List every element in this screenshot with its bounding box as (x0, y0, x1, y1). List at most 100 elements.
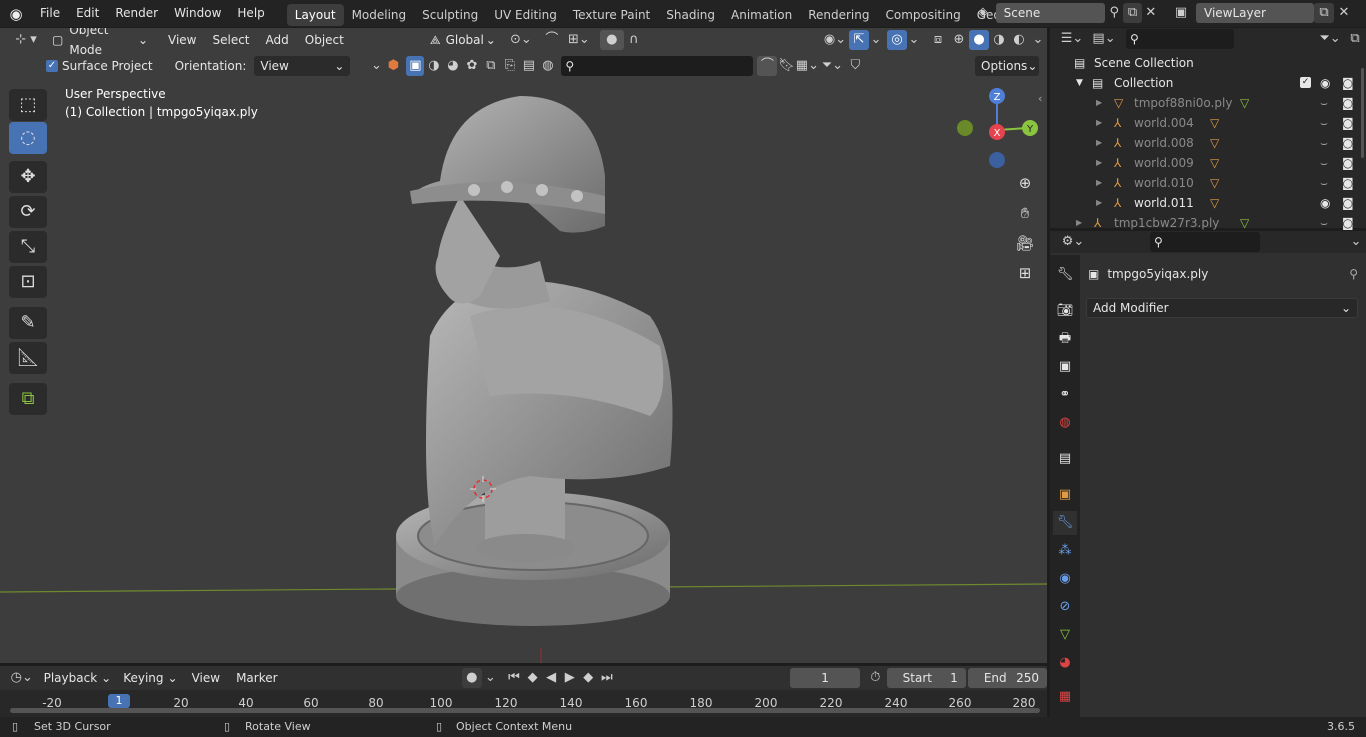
keying-dropdown[interactable]: Keying ⌄ (117, 668, 183, 688)
tab-particles-icon[interactable]: ⁂ (1053, 539, 1077, 563)
chevron-down-icon[interactable]: ⌄ (482, 668, 499, 688)
data-icon[interactable]: ▽ (1210, 133, 1219, 153)
play-reverse-icon[interactable]: ◀ (542, 668, 561, 688)
menu-file[interactable]: File (32, 0, 68, 27)
3d-viewport[interactable]: ⊹ ▾ ▢ Object Mode ⌄ View Select Add Obje… (0, 28, 1047, 663)
current-frame-field[interactable]: 1 (790, 668, 861, 688)
jump-start-icon[interactable]: ⏮︎ (505, 668, 524, 688)
scene-collection-row[interactable]: ▤ Scene Collection (1050, 53, 1366, 73)
display-mode-icon[interactable]: ▤⌄ (1088, 29, 1120, 49)
pan-hand-icon[interactable]: ✋︎ (1012, 200, 1038, 226)
end-frame-field[interactable]: End 250 (967, 668, 1047, 688)
eye-icon[interactable]: ⌣ (1320, 173, 1328, 193)
select-box-tool[interactable]: ⬚ (9, 89, 47, 121)
outliner-editor-icon[interactable]: ☰⌄ (1056, 29, 1088, 49)
outliner-search-input[interactable]: ⚲ (1126, 29, 1234, 49)
outliner-scrollbar[interactable] (1361, 68, 1364, 158)
camera-icon[interactable]: ◙ (1342, 113, 1354, 133)
gizmo-neg-z-icon[interactable] (989, 152, 1005, 168)
eye-icon[interactable]: ⌣ (1320, 213, 1328, 233)
close-view-layer-icon[interactable]: ✕ (1334, 3, 1354, 23)
timeline-editor-icon[interactable]: ◷⌄ (6, 668, 38, 688)
scale-tool[interactable]: ⤡ (9, 231, 47, 263)
camera-icon[interactable]: ◙ (1342, 93, 1354, 113)
tab-texture-paint[interactable]: Texture Paint (565, 4, 658, 26)
tab-modifier-icon[interactable]: 🔧︎ (1053, 511, 1077, 535)
pin-icon[interactable]: ⚲ (1349, 267, 1358, 281)
timeline-ruler[interactable]: -20 20 40 60 80 100 120 140 160 180 200 220 240 260 28… (0, 690, 1047, 717)
tab-texture-icon[interactable]: ▦ (1053, 685, 1077, 709)
scene-selector[interactable]: ◈ Scene ⚲ ⧉ ✕ (970, 3, 1160, 23)
transform-tool[interactable]: ⊡ (9, 266, 47, 298)
menu-help[interactable]: Help (229, 0, 272, 27)
tab-tool-icon[interactable]: 🔧︎ (1053, 263, 1077, 287)
tab-data-icon[interactable]: ▽ (1053, 623, 1077, 647)
tab-uv-editing[interactable]: UV Editing (486, 4, 565, 26)
eye-icon[interactable]: ⌣ (1320, 113, 1328, 133)
eye-icon[interactable]: ⌣ (1320, 133, 1328, 153)
outliner-item[interactable]: ▶ ⅄ tmp1cbw27r3.ply ▽ ⌣ ◙ (1050, 213, 1366, 233)
outliner-item[interactable]: ▶ ⅄ world.004 ▽ ⌣ ◙ (1050, 113, 1366, 133)
menu-edit[interactable]: Edit (68, 0, 107, 27)
timeline-scrollbar[interactable] (10, 708, 1040, 713)
annotate-tool[interactable]: ✎ (9, 307, 47, 339)
data-icon[interactable]: ▽ (1240, 213, 1249, 233)
tab-view-layer-icon[interactable]: ▣ (1053, 355, 1077, 379)
3d-cursor[interactable] (470, 476, 496, 502)
eye-icon[interactable]: ⌣ (1320, 153, 1328, 173)
cursor-tool[interactable]: ◌ (9, 122, 47, 154)
tab-layout[interactable]: Layout (286, 4, 344, 26)
rotate-tool[interactable]: ⟳ (9, 196, 47, 228)
chevron-right-icon[interactable]: ▶ (1096, 153, 1102, 173)
eye-icon[interactable]: ⌣ (1320, 93, 1328, 113)
outliner-item[interactable]: ▶ ▽ tmpof88ni0o.ply ▽ ⌣ ◙ (1050, 93, 1366, 113)
chevron-right-icon[interactable]: ▶ (1096, 93, 1102, 113)
bust-model[interactable] (390, 86, 680, 626)
chevron-right-icon[interactable]: ▶ (1096, 113, 1102, 133)
data-icon[interactable]: ▽ (1210, 153, 1219, 173)
outliner-item[interactable]: ▶ ⅄ world.010 ▽ ⌣ ◙ (1050, 173, 1366, 193)
outliner-item[interactable]: ▶ ⅄ world.009 ▽ ⌣ ◙ (1050, 153, 1366, 173)
camera-icon[interactable]: ◙ (1342, 73, 1354, 93)
view-layer-selector[interactable]: ▣ ViewLayer ⧉ ✕ (1166, 3, 1366, 23)
playback-dropdown[interactable]: Playback ⌄ (38, 668, 118, 688)
tab-shading[interactable]: Shading (658, 4, 723, 26)
tab-modeling[interactable]: Modeling (344, 4, 415, 26)
tab-animation[interactable]: Animation (723, 4, 800, 26)
tab-compositing[interactable]: Compositing (877, 4, 968, 26)
menu-render[interactable]: Render (107, 0, 166, 27)
gizmo-neg-y-icon[interactable] (957, 120, 973, 136)
timeline-menu-marker[interactable]: Marker (228, 665, 285, 692)
sidebar-toggle-icon[interactable]: ‹ (1038, 92, 1042, 105)
camera-icon[interactable]: ◙ (1342, 173, 1354, 193)
properties-search-input[interactable]: ⚲ (1150, 232, 1260, 252)
stopwatch-icon[interactable]: ⏱︎ (866, 668, 885, 688)
data-icon[interactable]: ▽ (1210, 113, 1219, 133)
tab-physics-icon[interactable]: ◉ (1053, 567, 1077, 591)
new-view-layer-icon[interactable]: ⧉ (1314, 3, 1334, 23)
timeline-menu-view[interactable]: View (184, 665, 228, 692)
tab-world-icon[interactable]: ◍ (1053, 411, 1077, 435)
chevron-right-icon[interactable]: ▶ (1096, 173, 1102, 193)
eye-icon[interactable]: ◉ (1320, 73, 1330, 93)
close-scene-icon[interactable]: ✕ (1142, 3, 1160, 23)
play-icon[interactable]: ▶ (560, 668, 579, 688)
chevron-right-icon[interactable]: ▶ (1096, 193, 1102, 213)
tab-rendering[interactable]: Rendering (800, 4, 877, 26)
camera-icon[interactable]: ◙ (1342, 213, 1354, 233)
blender-logo-icon[interactable]: ◉ (0, 4, 32, 24)
new-collection-icon[interactable]: ⧉ (1344, 29, 1366, 49)
chevron-right-icon[interactable]: ▶ (1076, 213, 1082, 233)
chevron-down-icon[interactable]: ⌄ (1346, 232, 1366, 252)
eye-icon[interactable]: ◉ (1320, 193, 1330, 213)
chevron-down-icon[interactable]: ▼ (1076, 73, 1083, 93)
collection-row[interactable]: ▼ ▤ Collection ✓ ◉ ◙ (1050, 73, 1366, 93)
zoom-icon[interactable]: ⊕ (1012, 170, 1038, 196)
add-modifier-button[interactable]: Add Modifier ⌄ (1086, 298, 1358, 318)
data-icon[interactable]: ▽ (1210, 173, 1219, 193)
add-cube-tool[interactable]: ⧉ (9, 383, 47, 415)
chevron-right-icon[interactable]: ▶ (1096, 133, 1102, 153)
ortho-grid-icon[interactable]: ⊞ (1012, 260, 1038, 286)
jump-end-icon[interactable]: ⏭︎ (598, 668, 617, 688)
current-frame-marker[interactable]: 1 (108, 694, 130, 708)
